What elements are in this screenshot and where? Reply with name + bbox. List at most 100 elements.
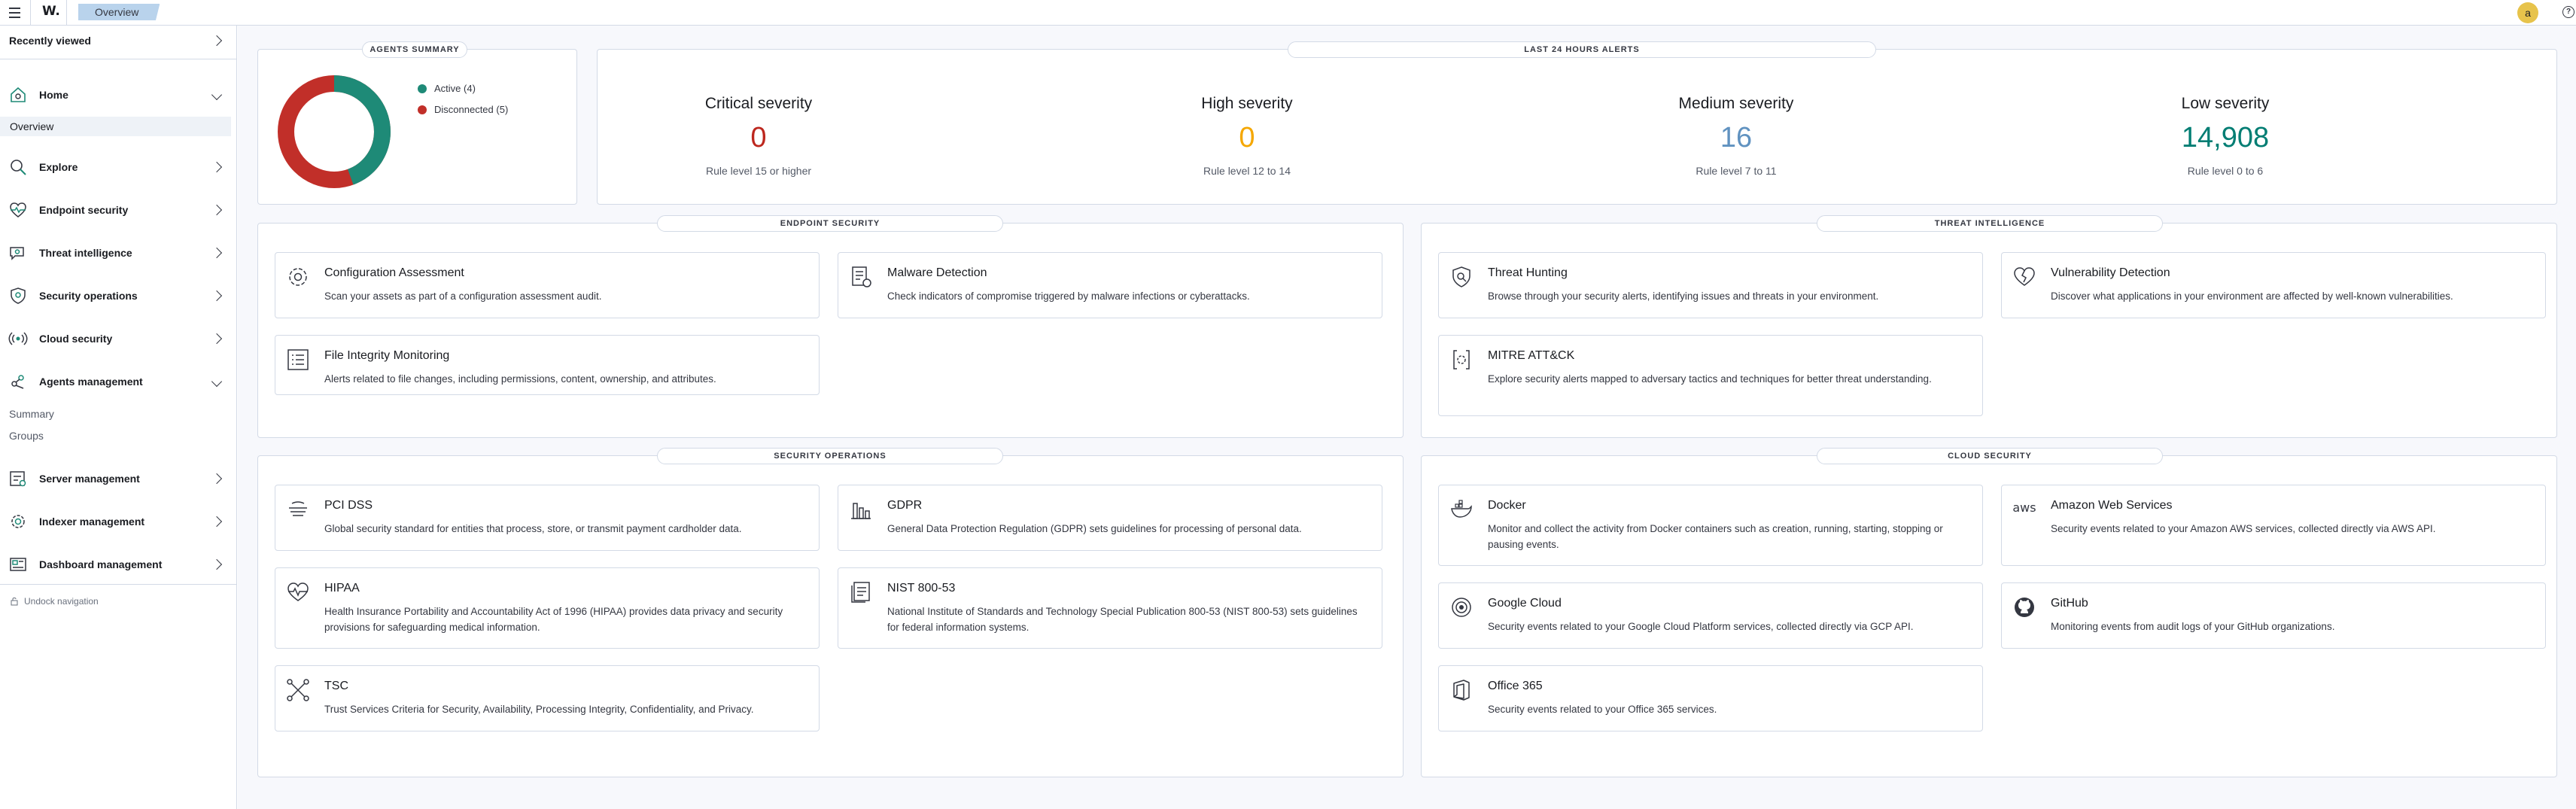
card-description: Security events related to your Google C… [1488, 621, 1914, 632]
card-pci-dss[interactable]: PCI DSS Global security standard for ent… [275, 485, 820, 551]
bar-chart-icon [851, 503, 871, 519]
legend-disconnected[interactable]: Disconnected (5) [418, 104, 508, 115]
legend-active[interactable]: Active (4) [418, 83, 476, 94]
office-365-icon [1453, 680, 1470, 701]
chevron-down-icon [211, 89, 223, 101]
sidebar-item-endpoint-security[interactable]: Endpoint security [0, 195, 237, 225]
sidebar-item-home[interactable]: Home [0, 80, 237, 110]
card-mitre-attack[interactable]: MITRE ATT&CK Explore security alerts map… [1438, 335, 1983, 416]
sidebar-item-label: Home [39, 89, 68, 101]
help-icon[interactable]: ? [2562, 6, 2574, 18]
sidebar-item-label: Security operations [39, 290, 138, 302]
sidebar-item-threat-intelligence[interactable]: Threat intelligence [0, 238, 237, 268]
sidebar-item-label: Dashboard management [39, 558, 163, 570]
agents-summary-panel: AGENTS SUMMARY Active (4) Disconnected (… [257, 41, 577, 205]
divider [30, 0, 31, 26]
chevron-right-icon [211, 161, 223, 173]
sidebar-item-cloud-security[interactable]: Cloud security [0, 324, 237, 354]
card-hipaa[interactable]: HIPAA Health Insurance Portability and A… [275, 567, 820, 649]
security-operations-panel: SECURITY OPERATIONS PCI DSS Global secur… [257, 448, 1404, 777]
stat-description: Rule level 12 to 14 [1203, 165, 1291, 177]
stat-description: Rule level 15 or higher [705, 165, 812, 177]
card-title: Malware Detection [887, 266, 987, 279]
sidebar-subitem-overview[interactable]: Overview [0, 117, 231, 136]
card-title: PCI DSS [324, 499, 373, 512]
gear-icon [289, 268, 307, 286]
chevron-right-icon [211, 473, 223, 485]
chevron-right-icon [211, 333, 223, 345]
sidebar-item-recently-viewed[interactable]: Recently viewed [0, 26, 237, 56]
breadcrumb[interactable]: Overview [78, 4, 160, 20]
card-title: Google Cloud [1488, 597, 1562, 610]
document-gear-icon [852, 266, 871, 287]
card-description: Scan your assets as part of a configurat… [324, 290, 602, 302]
sidebar-item-agents-management[interactable]: Agents management [0, 366, 237, 397]
sidebar-item-server-management[interactable]: Server management [0, 464, 237, 494]
card-title: Vulnerability Detection [2051, 266, 2170, 279]
menu-icon[interactable] [6, 5, 24, 21]
mitre-brackets-icon [1453, 350, 1470, 370]
card-tsc[interactable]: TSC Trust Services Criteria for Security… [275, 665, 820, 731]
card-description: Global security standard for entities th… [324, 523, 742, 534]
card-title: TSC [324, 680, 348, 692]
agents-donut-chart[interactable] [275, 72, 394, 191]
heart-pulse-icon [287, 582, 309, 601]
card-docker[interactable]: Docker Monitor and collect the activity … [1438, 485, 1983, 566]
card-file-integrity-monitoring[interactable]: File Integrity Monitoring Alerts related… [275, 335, 820, 395]
endpoint-security-panel: ENDPOINT SECURITY Configuration Assessme… [257, 215, 1404, 438]
sidebar-subitem-groups[interactable]: Groups [9, 430, 44, 442]
divider [66, 0, 67, 26]
chevron-right-icon [211, 204, 223, 216]
sidebar-item-label: Agents management [39, 376, 143, 388]
chevron-right-icon [211, 290, 223, 302]
sidebar-subitem-summary[interactable]: Summary [9, 408, 54, 420]
card-amazon-web-services[interactable]: aws Amazon Web Services Security events … [2001, 485, 2546, 566]
card-title: File Integrity Monitoring [324, 349, 450, 362]
sidebar-item-label: Explore [39, 161, 78, 173]
shield-icon [11, 287, 26, 304]
card-title: GDPR [887, 499, 923, 512]
card-threat-hunting[interactable]: Threat Hunting Browse through your secur… [1438, 252, 1983, 318]
low-severity-stat[interactable]: Low severity 14,908 Rule level 0 to 6 [2067, 95, 2383, 177]
card-gdpr[interactable]: GDPR General Data Protection Regulation … [838, 485, 1382, 551]
threat-intelligence-panel: THREAT INTELLIGENCE Threat Hunting Brows… [1421, 215, 2557, 438]
sidebar: Recently viewed Home Overview Explore En… [0, 26, 237, 809]
undock-navigation-button[interactable]: Undock navigation [11, 596, 99, 607]
search-icon [11, 160, 26, 175]
logo[interactable]: W. [42, 4, 60, 19]
alerts-panel: LAST 24 HOURS ALERTS Critical severity 0… [597, 41, 2557, 205]
home-icon [11, 87, 26, 102]
lines-icon [289, 501, 307, 516]
github-icon [2015, 598, 2034, 617]
gear-icon [11, 515, 25, 528]
panel-title: THREAT INTELLIGENCE [1817, 215, 2163, 232]
panel-title: AGENTS SUMMARY [362, 41, 467, 58]
sidebar-item-indexer-management[interactable]: Indexer management [0, 506, 237, 537]
card-github[interactable]: GitHub Monitoring events from audit logs… [2001, 582, 2546, 649]
document-icon [851, 582, 870, 603]
card-configuration-assessment[interactable]: Configuration Assessment Scan your asset… [275, 252, 820, 318]
cloud-security-panel: CLOUD SECURITY Docker Monitor and collec… [1421, 448, 2557, 777]
sidebar-item-explore[interactable]: Explore [0, 152, 237, 182]
stat-title: Critical severity [704, 95, 813, 112]
card-malware-detection[interactable]: Malware Detection Check indicators of co… [838, 252, 1382, 318]
card-office-365[interactable]: Office 365 Security events related to yo… [1438, 665, 1983, 731]
heart-pulse-icon [10, 202, 26, 217]
sidebar-item-dashboard-management[interactable]: Dashboard management [0, 549, 237, 579]
card-description: Health Insurance Portability and Account… [324, 606, 783, 633]
chevron-right-icon [211, 35, 223, 47]
card-nist-800-53[interactable]: NIST 800-53 National Institute of Standa… [838, 567, 1382, 649]
sidebar-item-security-operations[interactable]: Security operations [0, 281, 237, 311]
card-google-cloud[interactable]: Google Cloud Security events related to … [1438, 582, 1983, 649]
high-severity-stat[interactable]: High severity 0 Rule level 12 to 14 [1089, 95, 1405, 177]
card-description: Security events related to your Amazon A… [2051, 523, 2436, 534]
chevron-right-icon [211, 247, 223, 259]
card-vulnerability-detection[interactable]: Vulnerability Detection Discover what ap… [2001, 252, 2546, 318]
card-description: Explore security alerts mapped to advers… [1488, 373, 1932, 385]
card-title: MITRE ATT&CK [1488, 349, 1575, 362]
chat-shield-icon [10, 247, 24, 260]
critical-severity-stat[interactable]: Critical severity 0 Rule level 15 or hig… [601, 95, 917, 177]
medium-severity-stat[interactable]: Medium severity 16 Rule level 7 to 11 [1578, 95, 1894, 177]
avatar[interactable]: a [2517, 2, 2538, 23]
card-title: HIPAA [324, 582, 360, 595]
